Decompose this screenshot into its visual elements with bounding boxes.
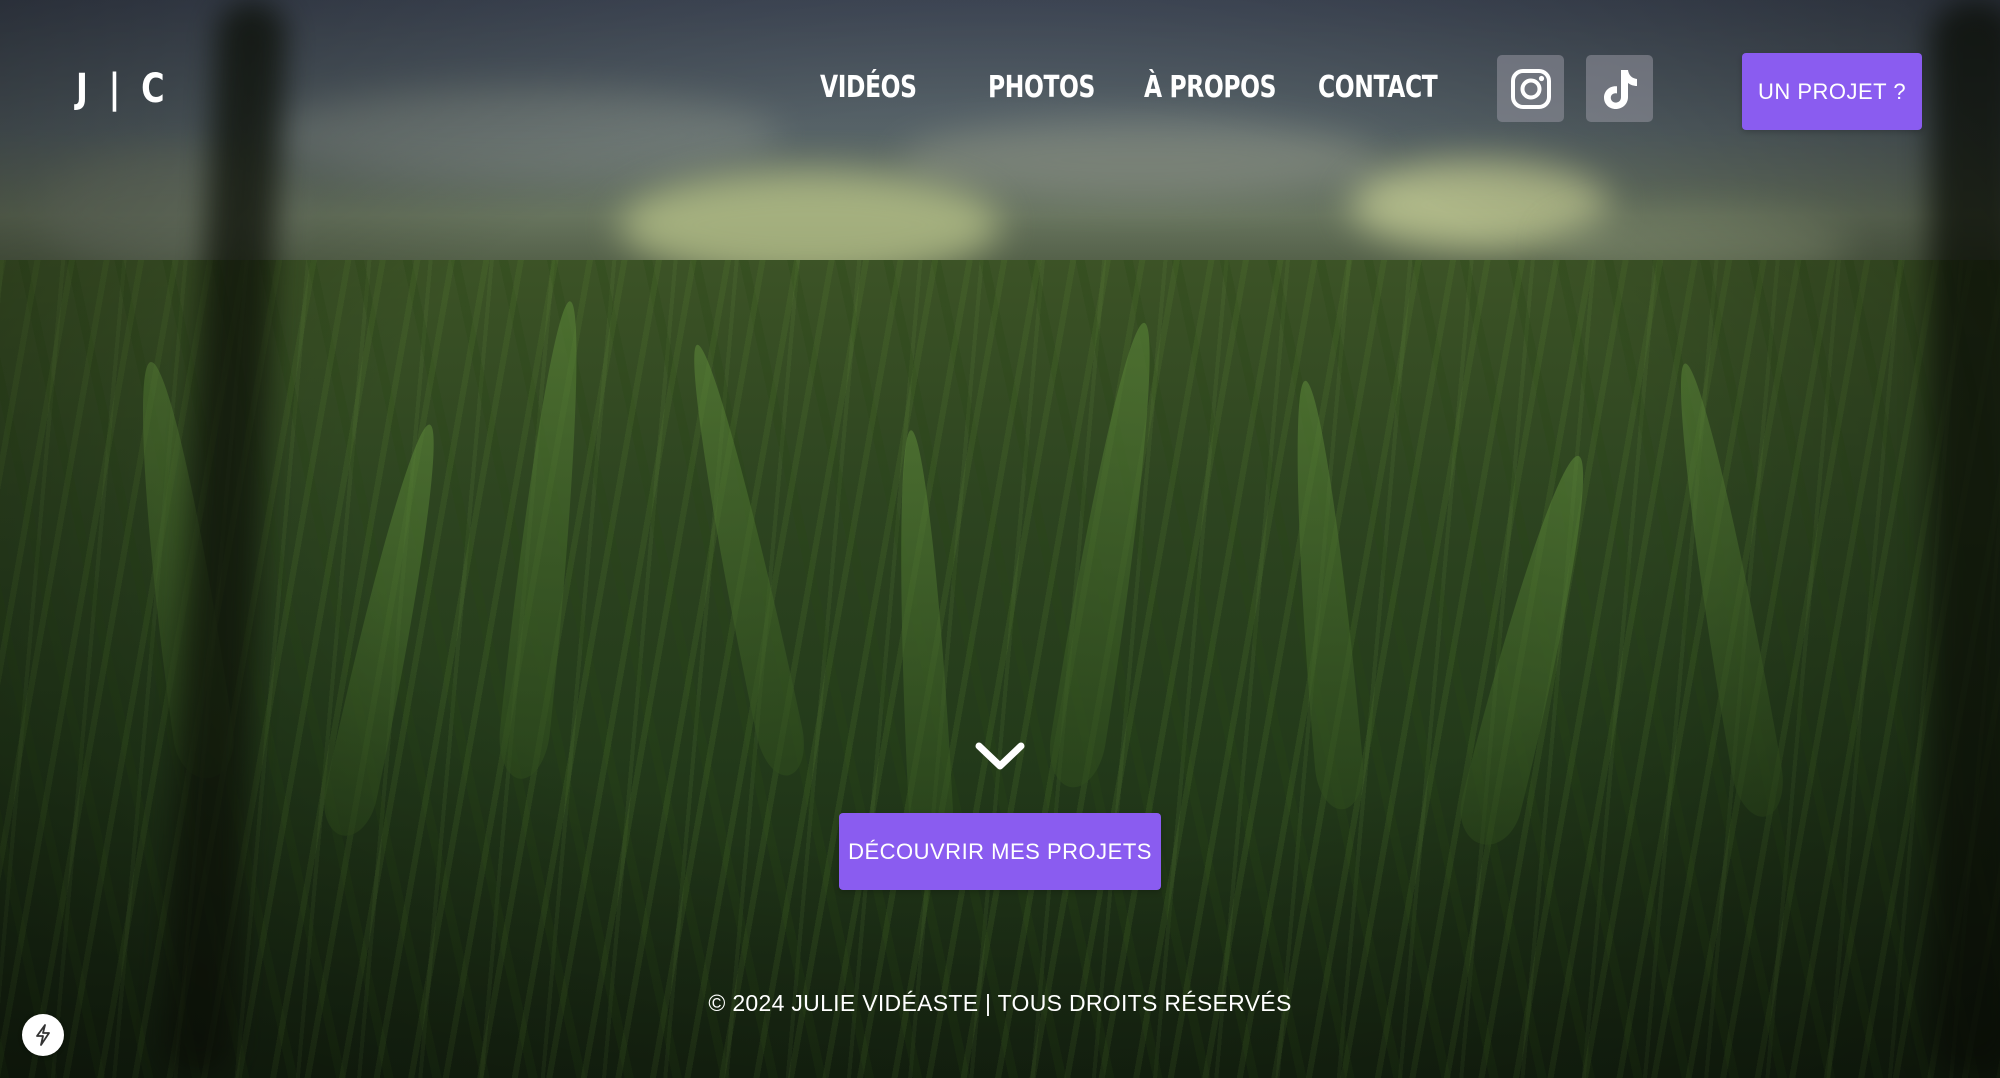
- discover-projects-button[interactable]: DÉCOUVRIR MES PROJETS: [839, 813, 1161, 890]
- widget-badge[interactable]: [22, 1014, 64, 1056]
- nav-item-a-propos[interactable]: À PROPOS: [1144, 70, 1276, 105]
- hero-background: J | C VIDÉOS PHOTOS À PROPOS CONTACT UN …: [0, 0, 2000, 1078]
- nav-item-contact[interactable]: CONTACT: [1318, 70, 1438, 105]
- un-projet-button[interactable]: UN PROJET ?: [1742, 53, 1922, 130]
- chevron-down-icon[interactable]: [974, 740, 1026, 774]
- footer-copyright: © 2024 JULIE VIDÉASTE | TOUS DROITS RÉSE…: [708, 990, 1292, 1016]
- instagram-icon: [1510, 68, 1551, 109]
- logo[interactable]: J | C: [76, 66, 169, 112]
- tiktok-icon: [1603, 69, 1637, 109]
- nav-item-videos[interactable]: VIDÉOS: [820, 70, 917, 105]
- vignette: [0, 0, 2000, 1078]
- instagram-button[interactable]: [1497, 55, 1564, 122]
- nav-item-photos[interactable]: PHOTOS: [988, 70, 1095, 105]
- tiktok-button[interactable]: [1586, 55, 1653, 122]
- lightning-icon: [36, 1024, 50, 1046]
